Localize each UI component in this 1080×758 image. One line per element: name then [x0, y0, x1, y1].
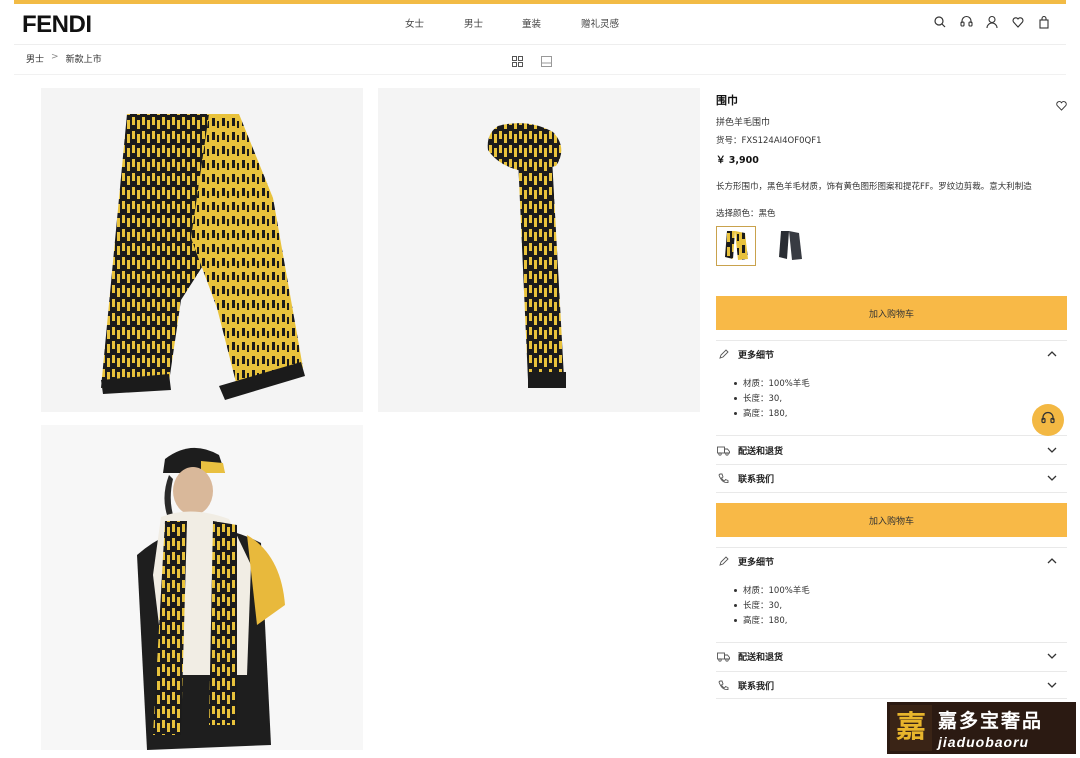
section-divider: [716, 547, 1067, 548]
heart-icon[interactable]: [1012, 14, 1024, 28]
breadcrumb-new-arrivals[interactable]: 新款上市: [66, 52, 102, 65]
site-header: FENDI 女士 男士 童装 赠礼灵感: [0, 4, 1080, 44]
details-title: 更多细节: [738, 557, 775, 568]
phone-icon: [716, 471, 730, 485]
customer-service-button[interactable]: [1032, 404, 1064, 436]
contact-section-toggle[interactable]: 联系我们: [716, 470, 1067, 486]
truck-icon: [716, 443, 730, 457]
pencil-icon: [716, 554, 730, 568]
chevron-down-icon[interactable]: [1047, 473, 1057, 486]
contact-title: 联系我们: [738, 474, 775, 485]
detail-length: 长度：30,: [734, 392, 810, 407]
product-sku: 货号：FXS124AI4OF0QF1: [716, 136, 822, 146]
section-divider: [716, 642, 1067, 643]
shipping-title: 配送和退货: [738, 446, 784, 457]
shipping-title: 配送和退货: [738, 652, 784, 663]
details-title: 更多细节: [738, 350, 775, 361]
add-to-cart-button[interactable]: 加入购物车: [716, 296, 1067, 330]
chevron-up-icon[interactable]: [1047, 349, 1057, 362]
chevron-down-icon[interactable]: [1047, 651, 1057, 664]
product-title: 围巾: [716, 94, 738, 107]
swatch-black-yellow[interactable]: [716, 226, 756, 266]
single-view-icon[interactable]: [541, 52, 552, 71]
section-divider: [716, 340, 1067, 341]
watermark-cn: 嘉多宝奢品: [938, 710, 1044, 732]
detail-material: 材质：100%羊毛: [734, 584, 810, 599]
breadcrumb-men[interactable]: 男士: [26, 52, 44, 65]
nav-gifts[interactable]: 赠礼灵感: [581, 16, 619, 30]
nav-women[interactable]: 女士: [405, 16, 424, 30]
chevron-up-icon[interactable]: [1047, 556, 1057, 569]
headset-icon[interactable]: [960, 14, 973, 28]
breadcrumb: 男士 > 新款上市: [26, 52, 102, 65]
phone-icon: [716, 678, 730, 692]
product-info: 围巾 拼色羊毛围巾 货号：FXS124AI4OF0QF1 ￥ 3,900 长方形…: [716, 92, 1067, 219]
section-divider: [716, 435, 1067, 436]
product-price: ￥ 3,900: [716, 155, 759, 166]
pencil-icon: [716, 347, 730, 361]
contact-title: 联系我们: [738, 681, 775, 692]
detail-height: 高度：180,: [734, 407, 810, 422]
nav-men[interactable]: 男士: [464, 16, 483, 30]
section-divider: [716, 671, 1067, 672]
truck-icon: [716, 649, 730, 663]
color-label: 选择颜色：黑色: [716, 209, 776, 219]
product-subtitle: 拼色羊毛围巾: [716, 118, 771, 128]
product-description: 长方形围巾，黑色羊毛材质，饰有黄色图形图案和提花FF。罗纹边剪裁。意大利制造: [716, 182, 1032, 192]
details-list: 材质：100%羊毛 长度：30, 高度：180,: [734, 377, 810, 422]
chevron-down-icon[interactable]: [1047, 445, 1057, 458]
details-section-toggle-duplicate[interactable]: 更多细节: [716, 553, 1067, 569]
header-divider: [14, 44, 1066, 45]
section-divider: [716, 464, 1067, 465]
color-swatches: [716, 226, 810, 266]
detail-height: 高度：180,: [734, 614, 810, 629]
brand-logo[interactable]: FENDI: [22, 11, 92, 39]
scarf-flat-image[interactable]: [41, 88, 363, 412]
grid-view-icon[interactable]: [512, 52, 523, 71]
shipping-section-toggle-duplicate[interactable]: 配送和退货: [716, 648, 1067, 664]
watermark-badge: 嘉 嘉多宝奢品 jiaduobaoru: [887, 702, 1076, 754]
breadcrumb-divider: [14, 74, 1066, 75]
scarf-hanging-image[interactable]: [378, 88, 700, 412]
watermark-en: jiaduobaoru: [938, 734, 1030, 750]
headset-icon: [1040, 410, 1056, 430]
bag-icon[interactable]: [1038, 14, 1050, 29]
contact-section-toggle-duplicate[interactable]: 联系我们: [716, 677, 1067, 693]
wishlist-heart-icon[interactable]: [1056, 96, 1067, 115]
view-toggles: [512, 52, 552, 71]
details-list-duplicate: 材质：100%羊毛 长度：30, 高度：180,: [734, 584, 810, 629]
swatch-black[interactable]: [770, 226, 810, 266]
detail-length: 长度：30,: [734, 599, 810, 614]
model-wearing-scarf-image[interactable]: [41, 425, 363, 750]
chevron-down-icon[interactable]: [1047, 680, 1057, 693]
nav-kids[interactable]: 童装: [522, 16, 541, 30]
search-icon[interactable]: [934, 14, 946, 28]
shipping-section-toggle[interactable]: 配送和退货: [716, 442, 1067, 458]
detail-material: 材质：100%羊毛: [734, 377, 810, 392]
add-to-cart-button-duplicate[interactable]: 加入购物车: [716, 503, 1067, 537]
user-icon[interactable]: [986, 14, 998, 29]
breadcrumb-separator: >: [51, 52, 59, 62]
details-section-toggle[interactable]: 更多细节: [716, 346, 1067, 362]
section-divider: [716, 698, 1067, 699]
section-divider: [716, 492, 1067, 493]
watermark-seal: 嘉: [890, 705, 932, 751]
